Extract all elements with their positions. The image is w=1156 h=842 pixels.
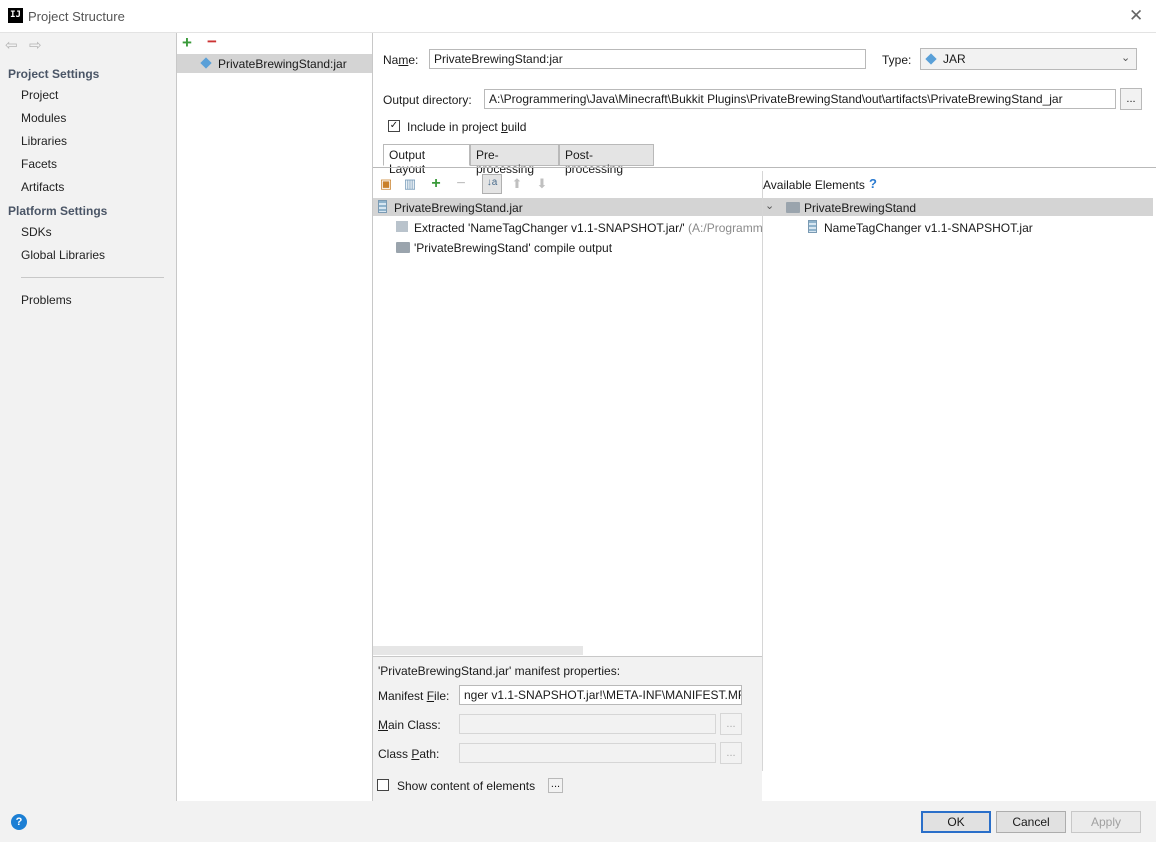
include-in-build-checkbox[interactable]: ✓ (388, 120, 400, 132)
back-arrow-icon[interactable]: ⇦ (5, 36, 18, 54)
settings-sidebar (0, 33, 177, 801)
ok-button[interactable]: OK (921, 811, 991, 833)
move-down-icon[interactable]: ⬇ (534, 176, 550, 192)
sidebar-item-project[interactable]: Project (21, 88, 58, 102)
manifest-title: 'PrivateBrewingStand.jar' manifest prope… (378, 664, 621, 678)
artifact-name-input[interactable]: PrivateBrewingStand:jar (429, 49, 866, 69)
class-path-label: Class Path: (378, 747, 440, 761)
close-icon[interactable]: ✕ (1129, 6, 1143, 26)
extracted-archive-icon (396, 221, 408, 232)
main-class-label: Main Class: (378, 718, 441, 732)
add-artifact-icon[interactable]: + (182, 33, 192, 53)
show-content-checkbox[interactable] (377, 779, 389, 791)
output-tree-row[interactable]: Extracted 'NameTagChanger v1.1-SNAPSHOT.… (373, 218, 762, 238)
apply-button[interactable]: Apply (1071, 811, 1141, 833)
output-directory-input[interactable]: A:\Programmering\Java\Minecraft\Bukkit P… (484, 89, 1116, 109)
type-label: Type: (882, 53, 912, 67)
app-icon: IJ (8, 8, 23, 23)
class-path-input[interactable] (459, 743, 716, 763)
window-title: Project Structure (28, 9, 125, 24)
type-select-value: JAR (943, 52, 966, 66)
chevron-down-icon[interactable]: ⌄ (1121, 51, 1130, 64)
show-content-options-button[interactable]: ... (548, 778, 563, 793)
move-up-icon[interactable]: ⬆ (509, 176, 525, 192)
jar-icon (808, 220, 817, 233)
remove-artifact-icon[interactable]: − (207, 32, 217, 52)
forward-arrow-icon[interactable]: ⇨ (29, 36, 42, 54)
horizontal-scrollbar[interactable] (373, 646, 583, 655)
help-icon[interactable]: ? (869, 176, 877, 191)
project-settings-header: Project Settings (8, 67, 100, 81)
help-icon[interactable]: ? (11, 814, 27, 830)
main-class-input[interactable] (459, 714, 716, 734)
available-elements-header: Available Elements (763, 178, 865, 192)
create-directory-icon[interactable]: ▣ (378, 176, 394, 192)
tab-post-processing[interactable]: Post-processing (559, 144, 654, 176)
output-tree-row[interactable]: 'PrivateBrewingStand' compile output (373, 238, 762, 258)
manifest-file-input[interactable]: nger v1.1-SNAPSHOT.jar!\META-INF\MANIFES… (459, 685, 742, 705)
chevron-down-icon[interactable]: ⌄ (765, 199, 774, 212)
create-archive-icon[interactable]: ▥ (402, 176, 418, 192)
sidebar-item-sdks[interactable]: SDKs (21, 225, 52, 239)
sidebar-item-artifacts[interactable]: Artifacts (21, 180, 64, 194)
title-bar (0, 0, 1156, 33)
sidebar-item-facets[interactable]: Facets (21, 157, 57, 171)
name-label: Name: (383, 53, 419, 67)
tab-output-layout[interactable]: Output Layout (383, 144, 470, 176)
available-tree-root-label: PrivateBrewingStand (804, 201, 917, 215)
add-element-icon[interactable]: + (428, 176, 444, 192)
sidebar-divider (21, 277, 164, 278)
tab-panel-border (373, 167, 1156, 168)
sidebar-item-libraries[interactable]: Libraries (21, 134, 67, 148)
sidebar-item-modules[interactable]: Modules (21, 111, 66, 125)
class-path-browse-button[interactable]: ... (720, 742, 742, 764)
cancel-button[interactable]: Cancel (996, 811, 1066, 833)
include-in-build-label: Include in project build (407, 120, 527, 134)
tab-pre-processing[interactable]: Pre-processing (470, 144, 559, 176)
output-directory-label: Output directory: (383, 93, 472, 107)
sort-elements-icon[interactable]: ↓a (482, 174, 502, 194)
split-divider[interactable] (762, 171, 763, 771)
output-tree-root-label: PrivateBrewingStand.jar (394, 201, 523, 215)
output-tree-item-label: Extracted 'NameTagChanger v1.1-SNAPSHOT.… (414, 221, 762, 235)
manifest-file-label: Manifest File: (378, 689, 450, 703)
platform-settings-header: Platform Settings (8, 204, 108, 218)
sidebar-item-global-libraries[interactable]: Global Libraries (21, 248, 105, 262)
main-class-browse-button[interactable]: ... (720, 713, 742, 735)
available-tree-item[interactable]: NameTagChanger v1.1-SNAPSHOT.jar (824, 221, 1033, 235)
artifact-list-item-label: PrivateBrewingStand:jar (218, 57, 347, 71)
output-tree-item-label: 'PrivateBrewingStand' compile output (414, 241, 613, 255)
artifacts-list-panel (177, 33, 373, 801)
module-folder-icon (786, 202, 800, 213)
sidebar-item-problems[interactable]: Problems (21, 293, 72, 307)
jar-icon (378, 200, 387, 213)
browse-output-button[interactable]: ... (1120, 88, 1142, 110)
remove-element-icon[interactable]: − (453, 176, 469, 192)
show-content-label: Show content of elements (397, 779, 536, 793)
compile-output-folder-icon (396, 242, 410, 253)
